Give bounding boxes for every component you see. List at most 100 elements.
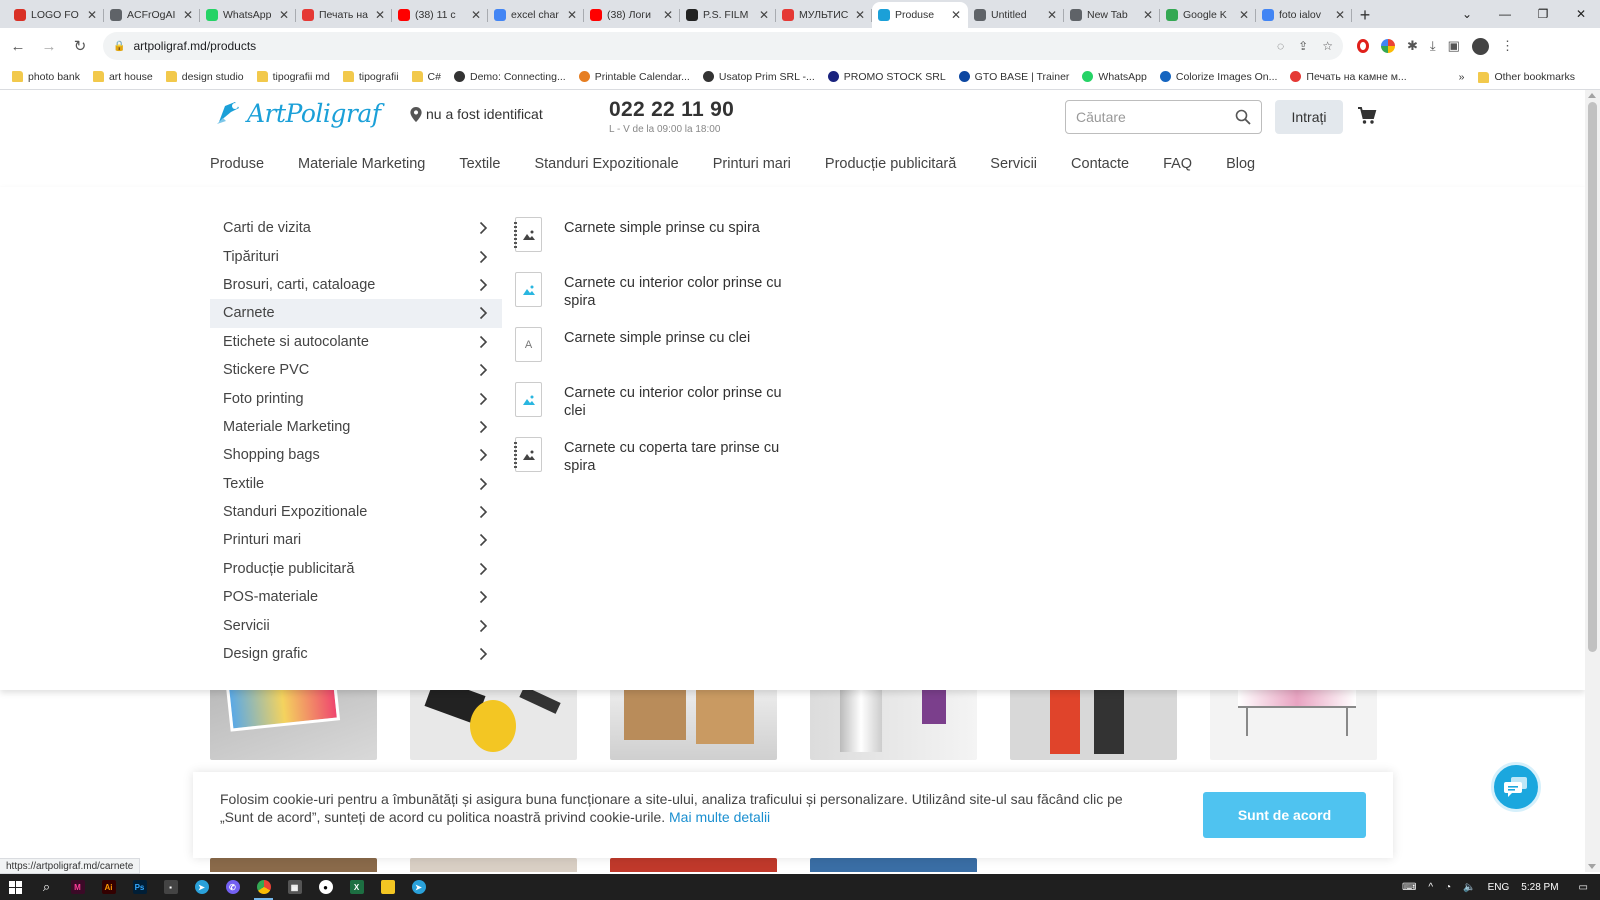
bookmark-item[interactable]: WhatsApp [1082, 71, 1147, 83]
tab-close-icon[interactable]: ✕ [1142, 8, 1154, 22]
product-tile-flags[interactable] [810, 680, 977, 760]
eye-off-icon[interactable]: ◌ [1277, 39, 1284, 53]
nav-textile[interactable]: Textile [459, 156, 500, 172]
browser-tab-9[interactable]: Produse ✕ [872, 2, 968, 28]
nav-contacte[interactable]: Contacte [1071, 156, 1129, 172]
nav-servicii[interactable]: Servicii [990, 156, 1037, 172]
tab-close-icon[interactable]: ✕ [950, 8, 962, 22]
side-panel-icon[interactable]: ▣ [1448, 38, 1460, 54]
address-bar[interactable]: 🔒 artpoligraf.md/products ◌ ⇪ ☆ [103, 32, 1343, 60]
search-icon[interactable] [1235, 109, 1251, 125]
bookmark-item[interactable]: Demo: Connecting... [453, 71, 566, 83]
taskbar-search-icon[interactable]: ⌕ [31, 874, 62, 900]
menu-icon[interactable]: ⋮ [1501, 38, 1514, 54]
photoshop-icon[interactable]: Ps [124, 874, 155, 900]
bookmark-item[interactable]: Usatop Prim SRL -... [702, 71, 815, 83]
page-scrollbar[interactable] [1585, 90, 1600, 872]
tab-close-icon[interactable]: ✕ [566, 8, 578, 22]
browser-tab-1[interactable]: ACFrOgAI ✕ [104, 2, 200, 28]
nav-produse[interactable]: Produse [210, 156, 264, 172]
network-icon[interactable]: ◔ [1445, 882, 1451, 893]
scrollbar-thumb[interactable] [1588, 102, 1597, 652]
product-tile[interactable] [810, 858, 977, 872]
tab-close-icon[interactable]: ✕ [1046, 8, 1058, 22]
category-item-standuri-expozitionale[interactable]: Standuri Expozitionale [210, 498, 502, 526]
browser-tab-7[interactable]: P.S. FILM ✕ [680, 2, 776, 28]
chat-button[interactable] [1491, 762, 1541, 812]
profile-avatar[interactable] [1471, 37, 1489, 55]
more-bookmarks-icon[interactable]: » [1459, 71, 1465, 83]
share-icon[interactable]: ⇪ [1298, 39, 1308, 53]
tab-close-icon[interactable]: ✕ [758, 8, 770, 22]
category-item-tiparituri[interactable]: Tipărituri [210, 242, 502, 270]
tab-close-icon[interactable]: ✕ [86, 8, 98, 22]
accept-cookies-button[interactable]: Sunt de acord [1203, 792, 1366, 838]
tab-close-icon[interactable]: ✕ [1238, 8, 1250, 22]
viber-icon[interactable]: ✆ [217, 874, 248, 900]
bookmark-item[interactable]: Печать на камне м... [1290, 71, 1407, 83]
taskbar-app-icon[interactable]: M [62, 874, 93, 900]
product-tile[interactable] [610, 858, 777, 872]
product-tile-banner[interactable] [1210, 680, 1377, 760]
category-item-design-grafic[interactable]: Design grafic [210, 640, 502, 668]
tab-close-icon[interactable]: ✕ [1334, 8, 1346, 22]
bookmark-item[interactable]: C# [411, 71, 441, 83]
category-item-servicii[interactable]: Servicii [210, 611, 502, 639]
browser-tab-8[interactable]: МУЛЬТИС ✕ [776, 2, 872, 28]
category-item-shopping-bags[interactable]: Shopping bags [210, 441, 502, 469]
tab-search-icon[interactable]: ⌄ [1448, 0, 1486, 28]
browser-tab-12[interactable]: Google K ✕ [1160, 2, 1256, 28]
puzzle-icon[interactable]: ✱ [1407, 38, 1418, 54]
subcategory-item[interactable]: Carnete cu coperta tare prinse cu spira [514, 437, 805, 492]
cookie-more-details-link[interactable]: Mai multe detalii [669, 809, 770, 825]
scroll-down-arrow[interactable] [1588, 864, 1596, 869]
taskbar-app-icon[interactable]: ▪ [155, 874, 186, 900]
color-extension-icon[interactable] [1381, 39, 1395, 53]
bookmark-item[interactable]: tipografii md [256, 71, 330, 83]
other-bookmarks[interactable]: Other bookmarks [1478, 71, 1575, 83]
browser-tab-2[interactable]: WhatsApp ✕ [200, 2, 296, 28]
category-item-productie-publicitara[interactable]: Producție publicitară [210, 555, 502, 583]
browser-tab-4[interactable]: (38) 11 c ✕ [392, 2, 488, 28]
address-url[interactable]: artpoligraf.md/products [133, 39, 1277, 53]
subcategory-item[interactable]: Carnete simple prinse cu spira [514, 217, 805, 272]
nav-productie-publicitara[interactable]: Producție publicitară [825, 156, 956, 172]
bookmark-item[interactable]: art house [92, 71, 153, 83]
product-tile[interactable] [410, 858, 577, 872]
subcategory-item[interactable]: Carnete cu interior color prinse cu spir… [515, 272, 805, 327]
product-tile-rollup[interactable] [1010, 680, 1177, 760]
minimize-button[interactable]: — [1486, 0, 1524, 28]
tab-close-icon[interactable]: ✕ [182, 8, 194, 22]
category-item-foto-printing[interactable]: Foto printing [210, 384, 502, 412]
category-item-pos-materiale[interactable]: POS-materiale [210, 583, 502, 611]
scroll-up-arrow[interactable] [1588, 93, 1596, 98]
nav-faq[interactable]: FAQ [1163, 156, 1192, 172]
chrome-taskbar-icon[interactable] [248, 874, 279, 900]
product-tile-bags[interactable] [610, 680, 777, 760]
browser-tab-13[interactable]: foto ialov ✕ [1256, 2, 1352, 28]
clock[interactable]: 5:28 PM [1521, 882, 1558, 893]
cart-icon[interactable] [1357, 106, 1377, 126]
bookmark-item[interactable]: design studio [165, 71, 244, 83]
category-item-brosuri-carti-cataloage[interactable]: Brosuri, carti, cataloage [210, 271, 502, 299]
opera-extension-icon[interactable] [1357, 39, 1369, 53]
volume-icon[interactable]: 🔈 [1463, 882, 1475, 893]
calculator-icon[interactable]: ▦ [279, 874, 310, 900]
product-tile-photo[interactable] [210, 680, 377, 760]
telegram-icon[interactable]: ➤ [403, 874, 434, 900]
keyboard-icon[interactable]: ⌨ [1402, 882, 1416, 893]
category-item-textile[interactable]: Textile [210, 470, 502, 498]
nav-blog[interactable]: Blog [1226, 156, 1255, 172]
location-indicator[interactable]: nu a fost identificat [410, 106, 543, 122]
tab-close-icon[interactable]: ✕ [374, 8, 386, 22]
category-item-carti-de-vizita[interactable]: Carti de vizita [210, 214, 502, 242]
browser-tab-10[interactable]: Untitled ✕ [968, 2, 1064, 28]
category-item-etichete-si-autocolante[interactable]: Etichete si autocolante [210, 328, 502, 356]
download-icon[interactable]: ⤓ [1430, 38, 1436, 54]
subcategory-item[interactable]: A Carnete simple prinse cu clei [515, 327, 805, 382]
browser-tab-3[interactable]: Печать на ✕ [296, 2, 392, 28]
tab-close-icon[interactable]: ✕ [470, 8, 482, 22]
restore-button[interactable]: ❐ [1524, 0, 1562, 28]
forward-button[interactable]: → [36, 33, 62, 59]
nav-standuri-expozitionale[interactable]: Standuri Expozitionale [534, 156, 678, 172]
